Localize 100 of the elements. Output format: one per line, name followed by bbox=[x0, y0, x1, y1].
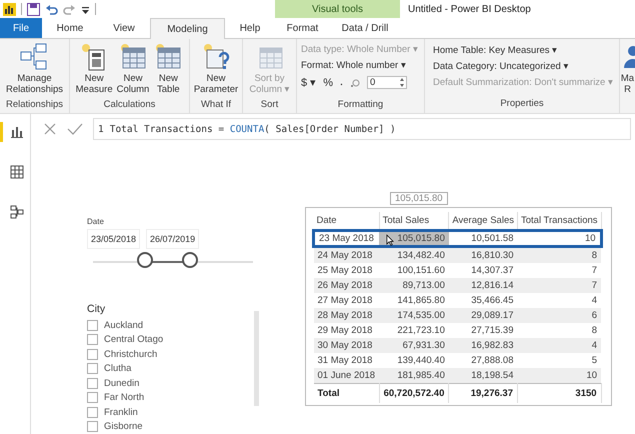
checkbox[interactable] bbox=[87, 392, 98, 404]
table-cell: 105,015.80 bbox=[379, 230, 449, 246]
table-cell: 12,816.14 bbox=[448, 278, 518, 293]
ribbon-button[interactable]: Ma R bbox=[620, 42, 635, 95]
group-label: Sort bbox=[260, 99, 280, 112]
table-cell: 30 May 2018 bbox=[314, 338, 380, 353]
end-date-field[interactable]: 26/07/2019 bbox=[146, 229, 200, 249]
app-logo-icon bbox=[3, 2, 16, 16]
table-cell: 221,723.10 bbox=[379, 323, 449, 338]
contextual-tab-group: Visual tools bbox=[275, 0, 400, 18]
checkbox[interactable] bbox=[87, 378, 98, 389]
city-label[interactable]: Central Otago bbox=[104, 334, 164, 346]
table-cell: 25 May 2018 bbox=[314, 263, 380, 278]
redo-icon[interactable] bbox=[63, 2, 76, 16]
ribbon-button[interactable]: New Column bbox=[116, 42, 150, 95]
total-cell: 60,720,572.40 bbox=[379, 384, 449, 403]
city-label[interactable]: Clutha bbox=[104, 363, 132, 374]
table-cell: 174,535.00 bbox=[379, 308, 449, 323]
table-cell: 23 May 2018 bbox=[314, 230, 380, 246]
table-cell: 29 May 2018 bbox=[314, 323, 380, 338]
undo-icon[interactable] bbox=[45, 2, 58, 16]
city-label[interactable]: Gisborne bbox=[104, 421, 143, 432]
city-label[interactable]: Franklin bbox=[104, 406, 138, 418]
table-cell: 7 bbox=[517, 263, 602, 278]
table-cell: 67,931.30 bbox=[379, 338, 449, 353]
checkbox[interactable] bbox=[87, 334, 98, 346]
ribbon-tab[interactable]: Format bbox=[275, 18, 330, 38]
slicer-title: City bbox=[87, 303, 106, 315]
checkbox[interactable] bbox=[87, 363, 98, 374]
table-cell: 27,888.08 bbox=[448, 353, 518, 368]
table-cell: 100,151.60 bbox=[379, 263, 449, 278]
table-cell: 01 June 2018 bbox=[314, 368, 380, 384]
spinner-icon[interactable] bbox=[400, 78, 404, 87]
slider-thumb[interactable] bbox=[182, 252, 198, 268]
checkbox[interactable] bbox=[87, 421, 98, 432]
ribbon-tab[interactable]: File bbox=[0, 18, 42, 38]
table-cell: 8 bbox=[517, 323, 602, 338]
checkbox[interactable] bbox=[87, 348, 98, 360]
table-cell: 181,985.40 bbox=[379, 368, 449, 384]
table-cell: 18,198.54 bbox=[448, 368, 518, 384]
ribbon-tab[interactable]: Modeling bbox=[150, 18, 225, 39]
group-label: Formatting bbox=[336, 99, 384, 112]
format-button[interactable]: % bbox=[323, 76, 333, 88]
table-cell: 29,089.17 bbox=[448, 308, 518, 323]
cancel-icon[interactable] bbox=[43, 122, 57, 136]
commit-icon[interactable] bbox=[67, 122, 83, 136]
decimal-places-icon bbox=[350, 78, 360, 88]
column-header[interactable]: Total Transactions bbox=[517, 212, 602, 230]
table-cell: 31 May 2018 bbox=[314, 353, 380, 368]
format-button[interactable]: ‧ bbox=[340, 75, 343, 90]
group-label: Properties bbox=[499, 98, 545, 111]
ribbon-button[interactable]: New Table bbox=[152, 42, 184, 95]
slicer-title: Date bbox=[87, 217, 105, 226]
ribbon-tab[interactable]: Help bbox=[225, 18, 275, 38]
table-cell: 26 May 2018 bbox=[314, 278, 380, 293]
ribbon-button[interactable]: New Parameter bbox=[192, 42, 240, 95]
table-cell: 5 bbox=[517, 353, 602, 368]
table-cell: 27,715.39 bbox=[448, 323, 518, 338]
table-cell: 141,865.80 bbox=[379, 293, 449, 308]
table-cell: 4 bbox=[517, 293, 602, 308]
table-cell: 28 May 2018 bbox=[314, 308, 380, 323]
ribbon-button[interactable]: Manage Relationships bbox=[4, 42, 64, 95]
city-label[interactable]: Christchurch bbox=[104, 348, 158, 360]
checkbox[interactable] bbox=[87, 320, 98, 331]
table-cell: 35,466.45 bbox=[448, 293, 518, 308]
total-cell: Total bbox=[314, 384, 380, 403]
city-label[interactable]: Auckland bbox=[104, 320, 144, 331]
tooltip: 105,015.80 bbox=[390, 192, 448, 205]
group-label: Calculations bbox=[102, 99, 156, 112]
formula-field[interactable]: 1 Total Transactions = COUNTA( Sales[Order Number] ) bbox=[93, 118, 631, 140]
relationships-icon bbox=[19, 42, 50, 72]
city-label[interactable]: Far North bbox=[104, 392, 144, 404]
group-label: Relationships bbox=[4, 99, 64, 112]
checkbox[interactable] bbox=[87, 406, 98, 418]
column-header[interactable]: Date bbox=[314, 212, 380, 230]
table-cell: 10 bbox=[517, 368, 602, 384]
format-button[interactable]: $ ▾ bbox=[301, 76, 316, 89]
group-label: What If bbox=[200, 99, 232, 112]
ribbon-dropdown[interactable]: Format: Whole number ▾ bbox=[301, 59, 418, 71]
ribbon-tab[interactable]: View bbox=[98, 18, 150, 38]
ribbon-dropdown[interactable]: Data Category: Uncategorized ▾ bbox=[433, 60, 613, 72]
table-cell: 14,307.37 bbox=[448, 263, 518, 278]
slider-thumb[interactable] bbox=[137, 252, 154, 268]
table-cell: 10 bbox=[517, 230, 602, 246]
total-cell: 19,276.37 bbox=[448, 384, 518, 403]
total-cell: 3150 bbox=[517, 384, 602, 403]
table-cell: 27 May 2018 bbox=[314, 293, 380, 308]
ribbon-tab[interactable]: Data / Drill bbox=[330, 18, 400, 38]
decimal-places-field[interactable]: 0 bbox=[366, 76, 407, 89]
scrollbar[interactable] bbox=[254, 311, 259, 406]
table-cell: 6 bbox=[517, 308, 602, 323]
ribbon-button[interactable]: New Measure bbox=[74, 42, 114, 95]
city-label[interactable]: Dunedin bbox=[104, 378, 140, 389]
window-title: Untitled - Power BI Desktop bbox=[407, 4, 531, 14]
start-date-field[interactable]: 23/05/2018 bbox=[87, 229, 140, 249]
table-cell: 7 bbox=[517, 278, 602, 293]
ribbon-dropdown[interactable]: Home Table: Key Measures ▾ bbox=[433, 44, 613, 56]
table-cell: 139,440.40 bbox=[379, 353, 449, 368]
save-icon[interactable] bbox=[27, 2, 40, 16]
ribbon-tab[interactable]: Home bbox=[42, 18, 98, 38]
